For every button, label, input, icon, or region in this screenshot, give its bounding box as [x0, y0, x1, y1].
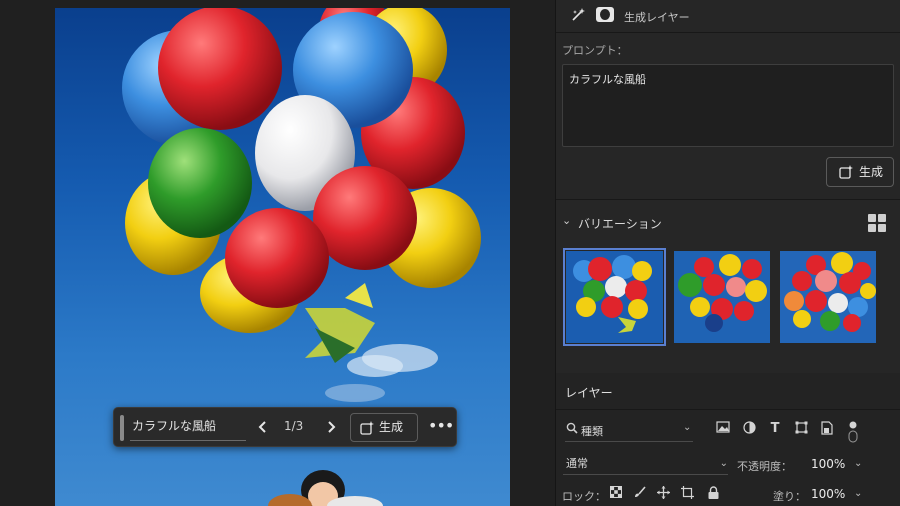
blend-mode-value: 通常 [566, 457, 588, 470]
variation-thumbnail[interactable] [780, 251, 876, 343]
chevron-down-icon[interactable]: ⌄ [854, 458, 862, 469]
variation-image [566, 251, 663, 343]
layer-filter-row: 種類 ⌄ T [565, 420, 895, 444]
lock-transparency-icon[interactable] [608, 486, 624, 502]
smart-object-filter-icon[interactable] [819, 421, 835, 437]
fill-input[interactable]: 100% [811, 487, 845, 501]
generate-icon [839, 165, 853, 179]
shape-filter-icon[interactable] [793, 421, 809, 437]
contextual-task-bar: カラフルな風船 1/3 生成 ••• [113, 407, 457, 447]
opacity-input[interactable]: 100% [811, 457, 845, 471]
layer-mask-icon[interactable] [596, 7, 614, 22]
drag-handle[interactable] [120, 415, 124, 441]
chevron-down-icon: ⌄ [683, 422, 692, 433]
layer-kind-filter[interactable]: 種類 ⌄ [565, 420, 693, 442]
lock-artboard-icon[interactable] [679, 486, 695, 502]
fill-label: 塗り： [773, 490, 806, 503]
generate-label: 生成 [859, 165, 884, 179]
variation-thumbnail[interactable] [563, 248, 666, 346]
lock-position-move-icon[interactable] [655, 486, 671, 502]
generate-icon [360, 421, 374, 435]
prompt-label: プロンプト： [562, 44, 628, 57]
type-filter-icon[interactable]: T [767, 421, 783, 437]
generate-button[interactable]: 生成 [826, 157, 894, 187]
generative-layer-title: 生成レイヤー [624, 11, 690, 24]
more-options-icon[interactable]: ••• [428, 416, 454, 438]
divider [556, 32, 900, 33]
grid-view-icon[interactable] [868, 214, 887, 233]
lock-row: ロック： 塗り： 100% ⌄ [556, 485, 900, 506]
variation-image [674, 251, 770, 343]
previous-variation-button[interactable] [254, 417, 272, 439]
contextual-prompt-field[interactable]: カラフルな風船 [130, 416, 246, 441]
generative-layer-header: 生成レイヤー [556, 0, 900, 32]
layer-kind-value: 種類 [581, 425, 603, 438]
blend-row: 通常 ⌄ 不透明度： 100% ⌄ [556, 455, 900, 477]
prompt-text: カラフルな風船 [569, 73, 646, 86]
search-icon [566, 422, 578, 434]
chevron-down-icon[interactable]: ⌄ [562, 214, 571, 227]
next-variation-button[interactable] [322, 417, 340, 439]
lock-pixels-brush-icon[interactable] [632, 486, 648, 502]
adjustment-filter-icon[interactable] [741, 421, 757, 437]
contextual-generate-label: 生成 [379, 420, 404, 434]
blend-mode-select[interactable]: 通常 ⌄ [563, 455, 728, 475]
divider [556, 409, 900, 410]
opacity-label: 不透明度： [737, 460, 792, 473]
filter-toggle-icon[interactable] [845, 421, 861, 443]
lock-label: ロック： [562, 490, 606, 503]
prompt-textarea[interactable]: カラフルな風船 [562, 64, 894, 147]
variation-thumbnail[interactable] [674, 251, 770, 343]
generative-fill-icon [572, 8, 585, 21]
lock-all-icon[interactable] [705, 486, 721, 502]
variations-title: バリエーション [578, 217, 662, 231]
image-filter-icon[interactable] [715, 421, 731, 437]
chevron-down-icon[interactable]: ⌄ [854, 488, 862, 499]
layers-panel: レイヤー 種類 ⌄ T 通常 ⌄ 不透明度： 100% ⌄ ロック： 塗り： 1… [556, 373, 900, 506]
variation-counter: 1/3 [284, 419, 304, 433]
chevron-right-icon [328, 421, 336, 433]
chevron-down-icon: ⌄ [719, 458, 728, 469]
chevron-left-icon [258, 421, 266, 433]
variations-header[interactable]: ⌄ バリエーション [562, 214, 894, 232]
contextual-generate-button[interactable]: 生成 [350, 413, 418, 442]
divider [556, 199, 900, 200]
layers-title: レイヤー [565, 386, 613, 400]
canvas-area[interactable]: カラフルな風船 1/3 生成 ••• [0, 0, 555, 506]
variation-image [780, 251, 876, 343]
properties-panel: 生成レイヤー プロンプト： カラフルな風船 生成 ⌄ バリエーション レイヤー … [555, 0, 900, 506]
